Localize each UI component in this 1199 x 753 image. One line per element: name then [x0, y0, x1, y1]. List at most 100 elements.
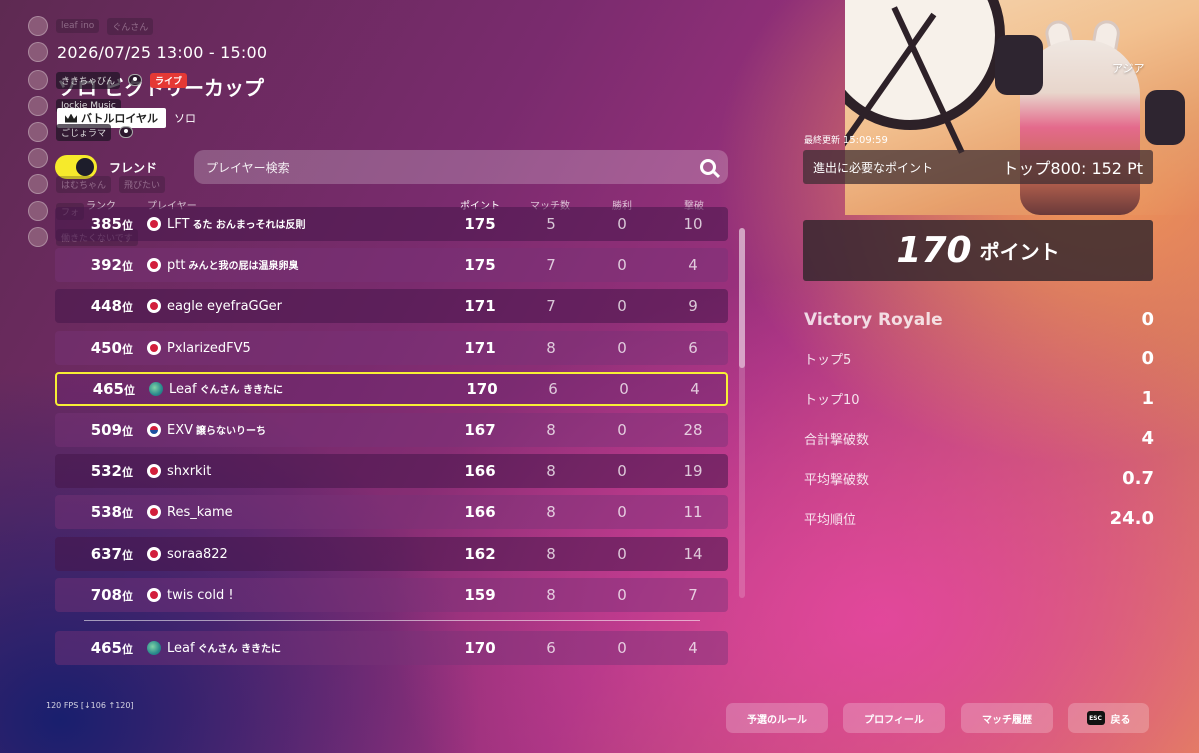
friend-label: フレンド [109, 160, 158, 175]
avatar [28, 227, 48, 247]
rank-suffix: 位 [122, 260, 133, 273]
japan-flag-icon [147, 299, 161, 313]
matches-value: 6 [546, 639, 556, 657]
rank-number: 465 [90, 639, 122, 657]
qualify-label: 進出に必要なポイント [813, 160, 934, 175]
qualify-threshold: 進出に必要なポイント トップ800: 152 Pt [803, 150, 1153, 184]
avatar [28, 174, 48, 194]
stat-value: 0.7 [1122, 468, 1154, 489]
japan-flag-icon [147, 505, 161, 519]
stat-value: 0 [1141, 309, 1154, 330]
viewer-item [28, 42, 48, 62]
total-points: 170 [896, 230, 972, 271]
profile-button[interactable]: プロフィール [843, 703, 945, 733]
player-name: Res_kame [167, 505, 233, 520]
table-row[interactable]: 448位 eagle eyefraGGer 171 7 0 9 [55, 289, 728, 323]
match-history-button[interactable]: マッチ履歴 [961, 703, 1053, 733]
wins-value: 0 [617, 503, 627, 521]
total-points-box: 170 ポイント [803, 220, 1153, 281]
stat-value: 1 [1141, 388, 1154, 409]
player-team: 譲らないりーち [196, 426, 267, 437]
stat-value: 4 [1141, 428, 1154, 449]
my-row[interactable]: 465位 Leaf ぐんさん ききたに 170 6 0 4 [55, 631, 728, 665]
player-name-main: Leaf [169, 382, 197, 397]
viewer-name: leaf ino [56, 19, 100, 33]
viewer-item: ごじょラマ [28, 122, 134, 142]
player-team: ぐんさん ききたに [199, 385, 284, 396]
search-placeholder: プレイヤー検索 [206, 160, 290, 175]
stat-total-kills: 合計撃破数 4 [804, 428, 1154, 449]
rank-suffix: 位 [122, 425, 133, 438]
matches-value: 7 [546, 256, 556, 274]
avatar [28, 70, 48, 90]
points-value: 166 [464, 462, 496, 480]
points-value: 170 [464, 639, 496, 657]
rank-suffix: 位 [122, 466, 133, 479]
rank-value: 532位 [65, 462, 133, 480]
viewer-item [28, 148, 48, 168]
rank-value: 450位 [65, 339, 133, 357]
japan-flag-icon [147, 547, 161, 561]
rank-value: 385位 [65, 215, 133, 233]
matches-value: 8 [546, 421, 556, 439]
player-name: LFT るた おんまっそれは反則 [167, 216, 306, 232]
matches-value: 8 [546, 462, 556, 480]
leaderboard-scrollbar[interactable] [739, 228, 745, 598]
rank-suffix: 位 [122, 549, 133, 562]
player-name: Leaf ぐんさん ききたに [167, 640, 281, 656]
table-row[interactable]: 385位 LFT るた おんまっそれは反則 175 5 0 10 [55, 207, 728, 241]
player-search-input[interactable]: プレイヤー検索 [194, 150, 728, 184]
esc-key-icon: ESC [1086, 711, 1105, 725]
wins-value: 0 [617, 421, 627, 439]
player-name-main: shxrkit [167, 463, 212, 479]
last-updated: 最終更新 15:09:59 [804, 133, 888, 146]
points-value: 159 [464, 586, 496, 604]
rank-suffix: 位 [122, 590, 133, 603]
updated-label: 最終更新 [804, 136, 841, 146]
matches-value: 8 [546, 586, 556, 604]
viewer-extra: 飛びたい [119, 175, 166, 193]
table-row[interactable]: 708位 twis cold ! 159 8 0 7 [55, 578, 728, 612]
search-icon[interactable] [700, 159, 716, 175]
table-row[interactable]: 637位 soraa822 162 8 0 14 [55, 537, 728, 571]
kills-value: 7 [688, 586, 698, 604]
rank-suffix: 位 [122, 507, 133, 520]
table-row[interactable]: 532位 shxrkit 166 8 0 19 [55, 454, 728, 488]
japan-flag-icon [147, 258, 161, 272]
avatar [28, 96, 48, 116]
rules-button[interactable]: 予選のルール [726, 703, 828, 733]
scrollbar-thumb[interactable] [739, 228, 745, 368]
player-name-main: eagle eyefraGGer [167, 298, 283, 314]
rank-value: 708位 [65, 586, 133, 604]
stat-victory-royale: Victory Royale 0 [804, 309, 1154, 330]
matches-value: 5 [546, 215, 556, 233]
back-button[interactable]: ESC 戻る [1068, 703, 1149, 733]
table-row[interactable]: 450位 PxlarizedFV5 171 8 0 6 [55, 331, 728, 365]
rank-number: 538 [90, 503, 122, 521]
player-name-main: twis cold ! [167, 587, 234, 603]
event-datetime: 2026/07/25 13:00 - 15:00 [57, 43, 268, 62]
viewer-name: はむちゃん [56, 175, 112, 193]
player-name: EXV 譲らないりーち [167, 422, 266, 438]
rank-number: 637 [90, 545, 122, 563]
table-row[interactable]: 392位 ptt みんと我の屁は温泉卵臭 175 7 0 4 [55, 248, 728, 282]
player-team: みんと我の屁は温泉卵臭 [188, 261, 299, 272]
avatar [28, 42, 48, 62]
player-name: PxlarizedFV5 [167, 341, 251, 356]
player-name: Leaf ぐんさん ききたに [169, 381, 283, 397]
qualify-value: トップ800: 152 Pt [1002, 159, 1143, 178]
kills-value: 9 [688, 297, 698, 315]
points-value: 175 [464, 256, 496, 274]
stat-label: トップ5 [804, 353, 852, 368]
my-highlighted-row[interactable]: 465位 Leaf ぐんさん ききたに 170 6 0 4 [55, 372, 728, 406]
event-type: ソロ [174, 112, 196, 125]
wins-value: 0 [617, 215, 627, 233]
rank-value: 448位 [65, 297, 133, 315]
rank-suffix: 位 [122, 343, 133, 356]
player-name: twis cold ! [167, 588, 234, 603]
player-team: るた おんまっそれは反則 [192, 220, 306, 231]
matches-value: 7 [546, 297, 556, 315]
table-row[interactable]: 538位 Res_kame 166 8 0 11 [55, 495, 728, 529]
table-row[interactable]: 509位 EXV 譲らないりーち 167 8 0 28 [55, 413, 728, 447]
rank-value: 509位 [65, 421, 133, 439]
